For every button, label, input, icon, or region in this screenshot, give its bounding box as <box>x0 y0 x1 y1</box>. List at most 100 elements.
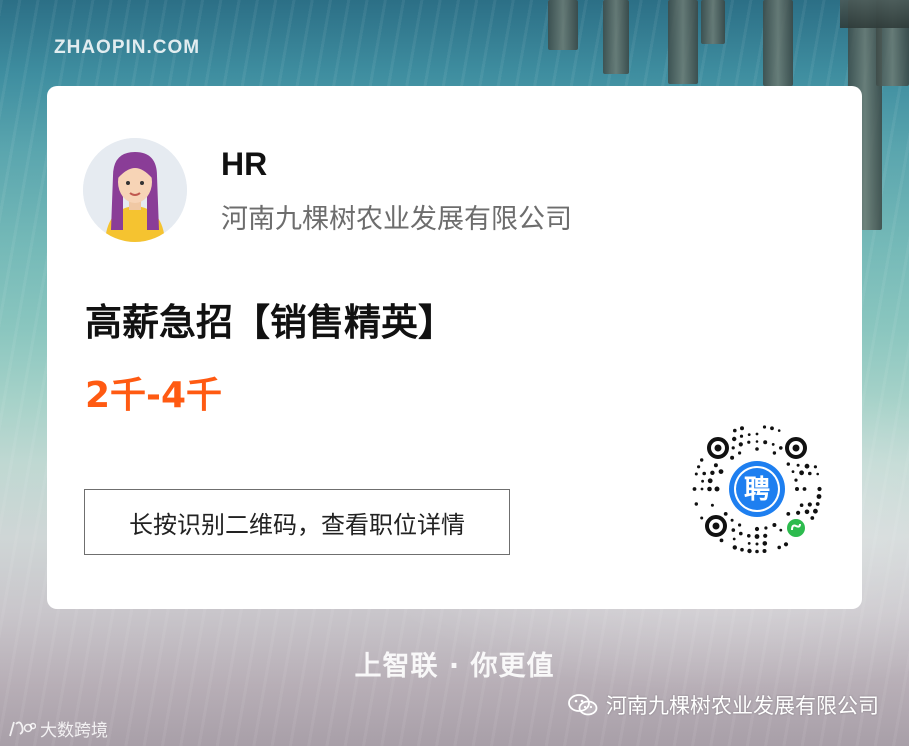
scan-qr-button[interactable]: 长按识别二维码，查看职位详情 <box>84 489 510 555</box>
mini-program-icon <box>787 519 805 537</box>
qr-dot <box>700 487 704 491</box>
qr-dot <box>810 516 815 520</box>
pier-post <box>701 0 725 44</box>
pier-beam <box>840 0 909 28</box>
qr-dot <box>754 526 760 532</box>
qr-dot <box>739 434 744 438</box>
qr-dot <box>762 549 767 553</box>
qr-dot <box>702 471 706 476</box>
qr-dot <box>730 518 734 522</box>
qr-dot <box>747 542 751 545</box>
qr-dot <box>732 545 737 550</box>
qr-dot <box>808 471 812 476</box>
wechat-icon <box>568 694 598 716</box>
qr-dot <box>804 463 810 469</box>
qr-dot <box>786 512 791 516</box>
qr-dot <box>700 516 704 520</box>
qr-dot <box>733 428 737 433</box>
qr-dot <box>739 531 743 536</box>
qr-dot <box>799 503 804 507</box>
qr-dot <box>754 534 760 539</box>
qr-dot <box>771 443 775 446</box>
qr-dot <box>718 469 724 474</box>
qr-dot <box>719 538 724 543</box>
watermark-text: 大数跨境 <box>40 721 108 741</box>
qr-dot <box>747 548 752 554</box>
qr-dot <box>747 534 751 538</box>
slogan: 上智联 · 你更值 <box>354 651 555 682</box>
qr-dot <box>779 528 783 532</box>
qr-dot <box>772 451 777 455</box>
qr-dot <box>816 472 819 476</box>
qr-dot <box>796 463 800 467</box>
qr-dot <box>731 446 735 450</box>
qr-dot <box>815 502 820 506</box>
brand-logo: ZHAOPIN.COM <box>54 37 201 58</box>
qr-dot <box>755 432 759 436</box>
qr-dot <box>777 429 781 432</box>
qr-dot <box>795 487 799 491</box>
qr-dot <box>762 541 768 546</box>
qr-dot <box>763 440 768 445</box>
qr-dot <box>740 426 744 431</box>
hr-avatar-icon <box>83 138 187 242</box>
qr-dot <box>807 502 812 507</box>
qr-dot <box>738 523 742 527</box>
qr-dot <box>730 455 735 460</box>
watermark-logo-icon <box>9 721 36 736</box>
qr-dot <box>796 510 801 515</box>
qr-dot <box>791 470 795 473</box>
qr-dot <box>755 440 759 443</box>
qr-dot <box>804 509 810 515</box>
qr-dot <box>799 470 804 476</box>
qr-dot <box>694 502 698 506</box>
qr-dot <box>723 512 728 516</box>
pier-post <box>668 0 698 84</box>
qr-dot <box>763 533 768 538</box>
qr-dot <box>802 487 807 491</box>
qr-dot <box>777 545 781 550</box>
footer-account: 河南九棵树农业发展有限公司 <box>568 690 879 720</box>
pier-post <box>548 0 578 50</box>
pier-post <box>603 0 629 74</box>
qr-dot <box>714 486 720 492</box>
qr-dot <box>755 447 759 451</box>
qr-dot <box>786 462 790 466</box>
salary-range: 2千-4千 <box>85 375 223 416</box>
qr-dot <box>755 542 759 546</box>
account-name: 河南九棵树农业发展有限公司 <box>606 694 879 718</box>
qr-dot <box>770 426 774 431</box>
qr-dot <box>813 508 818 514</box>
qr-dot <box>772 523 777 527</box>
qr-dot <box>692 487 697 491</box>
qr-dot <box>764 526 768 530</box>
qr-dot <box>783 542 789 547</box>
qr-dot <box>713 463 718 468</box>
qr-dot <box>747 440 751 444</box>
qr-dot <box>738 451 742 455</box>
qr-dot <box>731 528 736 532</box>
pier-post <box>763 0 793 86</box>
qr-dot <box>732 537 736 541</box>
qr-dot <box>740 547 744 552</box>
qr-dot <box>794 478 798 482</box>
qr-dot <box>710 503 714 507</box>
qr-dot <box>701 479 704 483</box>
qr-dot <box>762 425 767 429</box>
qr-dot <box>700 458 704 462</box>
qr-dot <box>707 478 713 484</box>
job-title: 高薪急招【销售精英】 <box>85 301 455 344</box>
qr-dot <box>817 486 822 492</box>
qr-dot <box>710 470 715 475</box>
qr-dot <box>732 436 737 442</box>
hr-name: HR <box>221 146 268 182</box>
qr-dot <box>816 494 822 499</box>
qr-dot <box>707 486 712 492</box>
qr-dot <box>755 549 759 554</box>
qr-dot <box>738 442 743 447</box>
qr-dot <box>697 465 701 469</box>
qr-dot <box>747 433 751 436</box>
qr-dot <box>813 465 817 469</box>
qr-code-icon[interactable]: 聘 <box>690 422 824 556</box>
job-card[interactable]: HR 河南九棵树农业发展有限公司 高薪急招【销售精英】 2千-4千 长按识别二维… <box>47 86 862 609</box>
